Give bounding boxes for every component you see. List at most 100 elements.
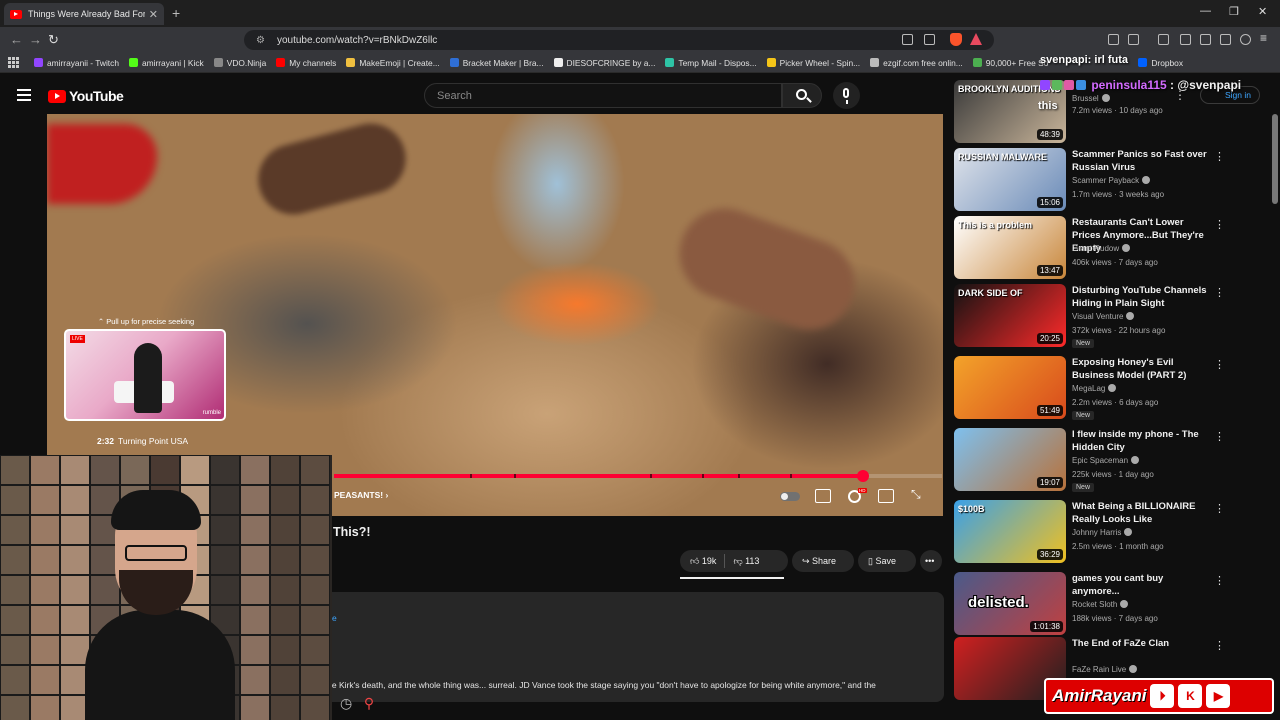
seek-chapter-title: Turning Point USA — [118, 436, 189, 446]
wallet-icon[interactable] — [1200, 34, 1211, 45]
site-info-icon[interactable]: ⚙ — [256, 35, 265, 46]
video-thumbnail[interactable]: 51:49 — [954, 356, 1066, 419]
back-button[interactable]: ← — [10, 32, 23, 47]
install-app-icon[interactable] — [902, 34, 913, 45]
youtube-logo[interactable]: YouTube — [48, 88, 124, 104]
maximize-button[interactable]: ❐ — [1229, 5, 1239, 18]
channel-name[interactable]: Visual Venture — [1072, 312, 1135, 321]
video-frame-detail — [250, 115, 414, 223]
bookmark-item[interactable]: amirrayanii - Twitch — [34, 58, 119, 68]
bookmark-item[interactable]: ezgif.com free onlin... — [870, 58, 963, 68]
reload-button[interactable]: ↻ — [48, 32, 59, 48]
bookmark-item[interactable]: My channels — [276, 58, 336, 68]
apps-grid-icon[interactable] — [8, 56, 20, 69]
bookmark-item[interactable]: 90,000+ Free So — [972, 58, 1048, 68]
more-options-icon[interactable]: ⋮ — [1214, 502, 1225, 515]
recommended-video[interactable]: $100B 36:29 What Being a BILLIONAIRE Reall… — [954, 500, 1225, 564]
brave-rewards-icon[interactable] — [970, 33, 982, 45]
video-thumbnail[interactable]: DARK SIDE OF 20:25 — [954, 284, 1066, 347]
minimize-button[interactable]: — — [1200, 5, 1211, 17]
more-options-icon[interactable]: ⋮ — [1214, 150, 1225, 163]
address-bar[interactable]: ⚙ youtube.com/watch?v=rBNkDwZ6llc — [244, 30, 994, 50]
share-page-icon[interactable] — [924, 34, 935, 45]
video-title[interactable]: Scammer Panics so Fast over Russian Viru… — [1072, 148, 1212, 174]
collage-tile — [270, 665, 300, 695]
share-button[interactable]: ↪ Share — [792, 550, 854, 572]
theater-mode-icon[interactable] — [878, 489, 894, 503]
like-button[interactable]: 👍︎ 19k — [690, 556, 716, 567]
recommended-video[interactable]: 51:49 Exposing Honey's Evil Business Mode… — [954, 356, 1225, 420]
brave-shields-icon[interactable] — [950, 33, 962, 46]
video-thumbnail[interactable]: RUSSIAN MALWARE 15:06 — [954, 148, 1066, 211]
chapter-title-button[interactable]: PEASANTS! › — [334, 490, 388, 500]
page-scrollbar[interactable] — [1272, 114, 1278, 204]
bookmark-favicon-icon — [665, 58, 675, 67]
bookmark-item[interactable]: Picker Wheel - Spin... — [766, 58, 860, 68]
progress-bar[interactable] — [334, 470, 942, 482]
bookmark-item[interactable]: MakeEmoji | Create... — [346, 58, 440, 68]
autoplay-toggle[interactable] — [780, 492, 800, 501]
verified-icon — [1142, 176, 1151, 184]
more-options-icon[interactable]: ⋮ — [1214, 574, 1225, 587]
extensions-icon[interactable] — [1108, 34, 1119, 45]
media-controls-icon[interactable] — [1158, 34, 1169, 45]
sidebar-icon[interactable] — [1180, 34, 1191, 45]
channel-name[interactable]: MegaLag — [1072, 384, 1117, 393]
channel-name[interactable]: FaZe Rain Live — [1072, 665, 1138, 674]
video-title[interactable]: What Being a BILLIONAIRE Really Looks Li… — [1072, 500, 1212, 526]
fullscreen-icon[interactable]: ⤡ — [911, 487, 921, 502]
bookmark-item[interactable]: Temp Mail - Dispos... — [665, 58, 757, 68]
screenshot-icon[interactable] — [1128, 34, 1139, 45]
leo-ai-icon[interactable] — [1220, 34, 1231, 45]
bookmark-item[interactable]: DIESOFCRINGE by a... — [553, 57, 656, 68]
voice-search-button[interactable] — [833, 82, 860, 109]
subtitles-icon[interactable] — [815, 489, 831, 503]
channel-name[interactable]: Brussel — [1072, 94, 1110, 103]
video-thumbnail[interactable]: $100B 36:29 — [954, 500, 1066, 563]
more-options-icon[interactable]: ⋮ — [1214, 430, 1225, 443]
new-tab-button[interactable]: + — [172, 5, 180, 21]
browser-tab[interactable]: Things Were Already Bad For Eri ✕ — [4, 3, 164, 25]
hamburger-menu-icon[interactable] — [17, 89, 31, 104]
progress-scrubber[interactable] — [856, 470, 869, 482]
recommended-video[interactable]: 19:07 I flew inside my phone - The Hidden… — [954, 428, 1225, 492]
hd-badge: HD — [858, 488, 867, 493]
video-thumbnail[interactable]: This is a problem 13:47 — [954, 216, 1066, 279]
more-options-icon[interactable]: ⋮ — [1214, 286, 1225, 299]
channel-name[interactable]: Johnny Harris — [1072, 528, 1133, 537]
more-options-icon[interactable]: ⋮ — [1214, 358, 1225, 371]
bookmark-item[interactable]: VDO.Ninja — [213, 58, 266, 68]
dislike-button[interactable]: 👎︎ 113 — [733, 556, 759, 567]
more-options-icon[interactable]: ⋮ — [1214, 639, 1225, 652]
bookmark-label: amirrayanii - Twitch — [47, 57, 119, 68]
more-options-icon[interactable]: ⋮ — [1214, 218, 1225, 231]
video-thumbnail[interactable]: 19:07 — [954, 428, 1066, 491]
channel-name[interactable]: Scammer Payback — [1072, 176, 1151, 185]
bookmark-label: DIESOFCRINGE by a... — [566, 57, 656, 68]
bookmark-item[interactable]: amirrayani | Kick — [128, 58, 204, 68]
recommended-video[interactable]: This is a problem 13:47 Restaurants Can't … — [954, 216, 1225, 280]
channel-name[interactable]: Grant Rudow — [1072, 244, 1131, 253]
search-input[interactable]: Search — [424, 83, 782, 108]
video-title[interactable]: The End of FaZe Clan — [1072, 637, 1212, 650]
description-link[interactable]: e — [332, 613, 337, 623]
video-title[interactable]: Exposing Honey's Evil Business Model (PA… — [1072, 356, 1212, 382]
close-window-button[interactable]: ✕ — [1258, 5, 1267, 18]
collage-tile — [300, 635, 330, 665]
browser-menu-icon[interactable]: ≡ — [1260, 31, 1267, 45]
bookmark-item[interactable]: Bracket Maker | Bra... — [449, 58, 544, 68]
video-title[interactable]: I flew inside my phone - The Hidden City — [1072, 428, 1212, 454]
forward-button[interactable]: → — [29, 32, 42, 47]
more-actions-button[interactable]: ••• — [920, 550, 942, 572]
bookmark-item[interactable]: Dropbox — [1138, 58, 1183, 68]
save-button[interactable]: ▯ Save — [858, 550, 916, 572]
channel-name[interactable]: Epic Spaceman — [1072, 456, 1140, 465]
vpn-icon[interactable] — [1240, 34, 1251, 45]
recommended-video[interactable]: RUSSIAN MALWARE 15:06 Scammer Panics so Fa… — [954, 148, 1225, 212]
video-title[interactable]: games you cant buy anymore... — [1072, 572, 1212, 598]
recommended-video[interactable]: DARK SIDE OF 20:25 Disturbing YouTube Chan… — [954, 284, 1225, 348]
tab-close-icon[interactable]: ✕ — [149, 8, 158, 21]
channel-name[interactable]: Rocket Sloth — [1072, 600, 1129, 609]
video-title[interactable]: Disturbing YouTube Channels Hiding in Pl… — [1072, 284, 1212, 310]
search-button[interactable] — [782, 83, 822, 108]
